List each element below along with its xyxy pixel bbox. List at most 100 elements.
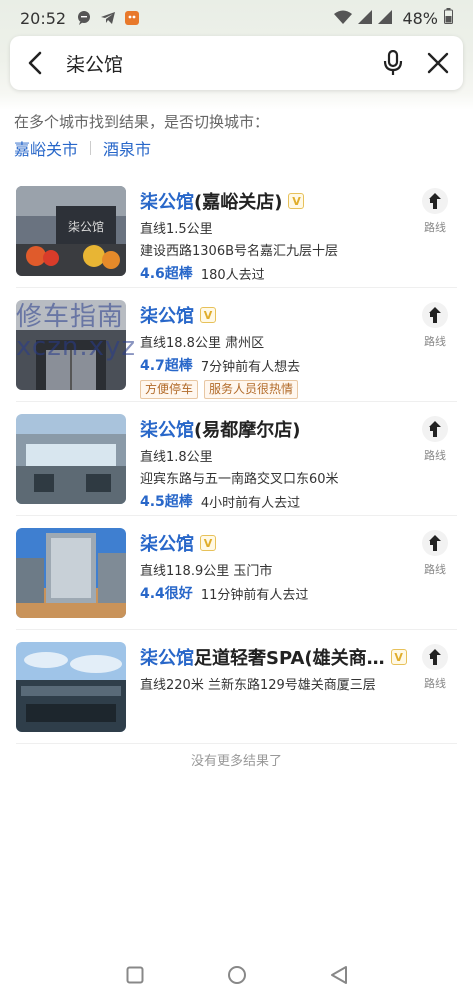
result-thumbnail: 柒公馆 xyxy=(16,186,126,276)
search-input[interactable]: 柒公馆 xyxy=(60,50,373,77)
result-title[interactable]: 柒公馆 (易都摩尔店) xyxy=(140,416,400,442)
search-bar: 柒公馆 xyxy=(10,36,463,90)
back-button[interactable] xyxy=(10,36,60,90)
tag-service: 服务人员很热情 xyxy=(204,380,299,399)
home-icon xyxy=(227,966,246,984)
recents-button[interactable] xyxy=(123,963,147,987)
navigation-bar xyxy=(0,950,473,1000)
result-thumbnail xyxy=(16,528,126,618)
back-arrow-icon xyxy=(28,51,42,75)
battery-percent: 48% xyxy=(402,8,438,28)
title-rest: (嘉峪关店) xyxy=(194,192,283,213)
message-icon xyxy=(76,10,92,26)
route-arrow-icon xyxy=(422,302,448,328)
route-button[interactable]: 路线 xyxy=(413,302,457,349)
route-button[interactable]: 路线 xyxy=(413,188,457,235)
result-item[interactable]: 柒公馆 柒公馆 (嘉峪关店) V 直线1.5公里 建设西路1306B号名嘉汇九层… xyxy=(16,174,457,288)
svg-text:柒公馆: 柒公馆 xyxy=(68,219,104,234)
title-rest: 足道轻奢SPA(雄关商… xyxy=(194,648,385,669)
result-info: 柒公馆 V 直线18.8公里 肃州区 4.7超棒 7分钟前有人想去 方便停车 服… xyxy=(140,302,400,399)
tag-parking: 方便停车 xyxy=(140,380,199,399)
results-list: 柒公馆 柒公馆 (嘉峪关店) V 直线1.5公里 建设西路1306B号名嘉汇九层… xyxy=(0,174,473,744)
city-divider xyxy=(90,141,92,155)
clear-button[interactable] xyxy=(413,36,463,90)
result-item[interactable]: 柒公馆 V 直线118.9公里 玉门市 4.4很好 11分钟前有人去过 路线 xyxy=(16,516,457,630)
city-link-jiuquan[interactable]: 酒泉市 xyxy=(103,136,151,160)
rating-extra: 11分钟前有人去过 xyxy=(200,587,309,603)
rating-score: 4.7超棒 xyxy=(140,358,193,374)
status-bar: 20:52 48% xyxy=(0,0,473,36)
route-arrow-icon xyxy=(422,416,448,442)
result-rating: 4.4很好 11分钟前有人去过 xyxy=(140,583,400,603)
city-link-jiayuguan[interactable]: 嘉峪关市 xyxy=(14,136,78,160)
result-thumbnail xyxy=(16,642,126,732)
route-arrow-icon xyxy=(422,644,448,670)
title-highlight: 柒公馆 xyxy=(140,192,194,213)
app-notification-icon xyxy=(124,10,140,26)
title-highlight: 柒公馆 xyxy=(140,420,194,441)
verified-badge-icon: V xyxy=(390,649,407,665)
result-title[interactable]: 柒公馆 足道轻奢SPA(雄关商… V xyxy=(140,644,410,670)
title-rest: (易都摩尔店) xyxy=(194,420,301,441)
city-switch-links: 嘉峪关市 酒泉市 xyxy=(14,136,151,160)
result-distance: 直线1.8公里 xyxy=(140,450,213,465)
rating-score: 4.4很好 xyxy=(140,586,193,602)
result-info: 柒公馆 V 直线118.9公里 玉门市 4.4很好 11分钟前有人去过 xyxy=(140,530,400,603)
microphone-icon xyxy=(383,50,403,75)
result-info: 柒公馆 (易都摩尔店) 直线1.8公里 迎宾东路与五一南路交叉口东60米 4.5… xyxy=(140,416,400,511)
result-distance: 直线220米 兰新东路129号雄关商厦三层 xyxy=(140,678,376,693)
close-icon xyxy=(427,52,449,74)
verified-badge-icon: V xyxy=(200,535,216,551)
route-label: 路线 xyxy=(424,449,446,462)
result-distance: 直线18.8公里 肃州区 xyxy=(140,336,265,351)
city-switch-hint: 在多个城市找到结果，是否切换城市： xyxy=(14,113,270,131)
result-rating: 4.5超棒 4小时前有人去过 xyxy=(140,491,400,511)
back-triangle-icon xyxy=(330,966,347,984)
title-highlight: 柒公馆 xyxy=(140,534,194,555)
route-label: 路线 xyxy=(424,677,446,690)
route-label: 路线 xyxy=(424,335,446,348)
signal-icon xyxy=(358,9,373,28)
rating-score: 4.6超棒 xyxy=(140,266,193,282)
result-rating: 4.7超棒 7分钟前有人想去 xyxy=(140,355,400,375)
recents-icon xyxy=(126,966,143,984)
result-tags: 方便停车 服务人员很热情 xyxy=(140,380,400,399)
rating-score: 4.5超棒 xyxy=(140,494,193,510)
back-nav-button[interactable] xyxy=(327,963,351,987)
result-item[interactable]: 柒公馆 足道轻奢SPA(雄关商… V 直线220米 兰新东路129号雄关商厦三层… xyxy=(16,630,457,744)
wifi-icon xyxy=(334,9,353,28)
result-info: 柒公馆 (嘉峪关店) V 直线1.5公里 建设西路1306B号名嘉汇九层十层 4… xyxy=(140,188,400,283)
home-button[interactable] xyxy=(225,963,249,987)
battery-icon xyxy=(444,8,453,28)
result-address: 迎宾东路与五一南路交叉口东60米 xyxy=(140,472,339,487)
voice-search-button[interactable] xyxy=(373,36,413,90)
route-button[interactable]: 路线 xyxy=(413,644,457,691)
no-more-results: 没有更多结果了 xyxy=(190,754,282,769)
result-item[interactable]: 柒公馆 (易都摩尔店) 直线1.8公里 迎宾东路与五一南路交叉口东60米 4.5… xyxy=(16,402,457,516)
result-thumbnail xyxy=(16,414,126,504)
title-highlight: 柒公馆 xyxy=(140,306,194,327)
telegram-icon xyxy=(100,10,116,26)
result-item[interactable]: 柒公馆 V 直线18.8公里 肃州区 4.7超棒 7分钟前有人想去 方便停车 服… xyxy=(16,288,457,402)
result-thumbnail xyxy=(16,300,126,390)
result-title[interactable]: 柒公馆 V xyxy=(140,302,400,328)
route-label: 路线 xyxy=(424,221,446,234)
result-rating: 4.6超棒 180人去过 xyxy=(140,263,400,283)
result-info: 柒公馆 足道轻奢SPA(雄关商… V 直线220米 兰新东路129号雄关商厦三层 xyxy=(140,644,410,693)
route-label: 路线 xyxy=(424,563,446,576)
title-highlight: 柒公馆 xyxy=(140,648,194,669)
rating-extra: 4小时前有人去过 xyxy=(200,495,301,511)
route-button[interactable]: 路线 xyxy=(413,530,457,577)
route-arrow-icon xyxy=(422,188,448,214)
result-address: 建设西路1306B号名嘉汇九层十层 xyxy=(140,244,339,259)
result-title[interactable]: 柒公馆 V xyxy=(140,530,400,556)
route-arrow-icon xyxy=(422,530,448,556)
result-title[interactable]: 柒公馆 (嘉峪关店) V xyxy=(140,188,400,214)
rating-extra: 180人去过 xyxy=(200,267,265,283)
signal-icon-2 xyxy=(378,9,393,28)
rating-extra: 7分钟前有人想去 xyxy=(200,359,301,375)
route-button[interactable]: 路线 xyxy=(413,416,457,463)
result-distance: 直线118.9公里 玉门市 xyxy=(140,564,273,579)
status-time: 20:52 xyxy=(20,8,67,28)
verified-badge-icon: V xyxy=(200,307,216,323)
